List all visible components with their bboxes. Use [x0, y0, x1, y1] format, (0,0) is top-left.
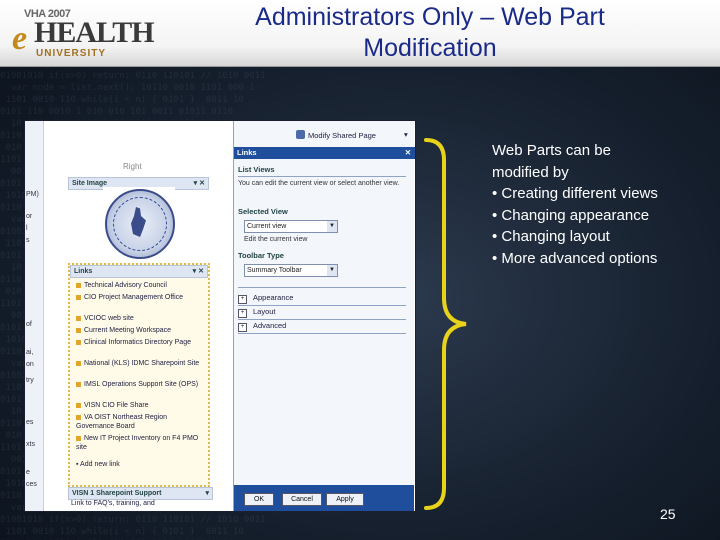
chevron-down-icon: ▾ [404, 130, 408, 139]
expand-icon: + [238, 295, 247, 304]
link-item[interactable]: IMSL Operations Support Site (OPS) [76, 380, 204, 389]
expand-icon: + [238, 323, 247, 332]
logo-university: UNIVERSITY [36, 48, 107, 59]
tool-pane: Modify Shared Page ▾ Links ✕ List Views … [233, 121, 415, 511]
bullet-line: • Creating different views [492, 185, 658, 202]
edit-current-view-link[interactable]: Edit the current view [244, 235, 412, 244]
va-new-england-seal [105, 189, 175, 259]
visn-support-header[interactable]: VISN 1 Sharepoint Support ▾ [68, 487, 213, 500]
add-new-link[interactable]: ▪ Add new link [76, 461, 120, 468]
cancel-button[interactable]: Cancel [282, 493, 322, 506]
strip-text: e [26, 469, 30, 476]
appearance-section[interactable]: + Appearance [238, 293, 293, 304]
chevron-down-icon: ▼ [327, 265, 337, 276]
tool-pane-button-bar: OK Cancel Apply [234, 485, 414, 511]
links-webpart: Links ▾ ✕ Technical Advisory Council CIO… [68, 263, 210, 487]
sharepoint-screenshot: PM) or l s of ai, on try es xts e ces Ri… [24, 120, 416, 512]
bullet-icon [76, 315, 81, 321]
close-icon[interactable]: ✕ [405, 147, 411, 159]
bullet-icon [76, 339, 81, 345]
bullet-icon [76, 360, 81, 366]
link-item[interactable]: National (KLS) IDMC Sharepoint Site [76, 359, 204, 368]
bullet-icon [76, 414, 81, 420]
selected-view-value: Current view [247, 223, 287, 230]
modify-shared-page-label: Modify Shared Page [308, 131, 376, 140]
left-column-strip: PM) or l s of ai, on try es xts e ces [25, 121, 44, 511]
link-item[interactable]: VCIOC web site [76, 314, 204, 323]
webpart-menu-icon[interactable]: ▾ ✕ [194, 178, 205, 189]
links-title: Links [74, 268, 93, 275]
selected-view-heading: Selected View [238, 207, 288, 216]
visn-support-text: Link to FAQ's, training, and [71, 500, 155, 507]
tool-pane-header: Links ✕ [234, 147, 415, 159]
advanced-section[interactable]: + Advanced [238, 321, 286, 332]
logo-health: HEALTH [34, 16, 155, 49]
logo-e: e [12, 20, 28, 57]
expand-icon: + [238, 309, 247, 318]
bullet-icon [76, 435, 81, 441]
title-bar: VHA 2007 e HEALTH UNIVERSITY Administrat… [0, 0, 720, 67]
bullet-icon [76, 282, 81, 288]
divider [238, 319, 406, 320]
strip-text: of [26, 321, 32, 328]
strip-text: l [26, 225, 28, 232]
selected-view-select[interactable]: Current view ▼ [244, 220, 338, 233]
modify-shared-page-menu[interactable]: Modify Shared Page ▾ [234, 129, 414, 143]
link-item[interactable]: Clinical Informatics Directory Page [76, 338, 204, 347]
strip-text: es [26, 419, 34, 426]
apply-button[interactable]: Apply [326, 493, 364, 506]
bullet-icon [76, 294, 81, 300]
right-zone-label: Right [123, 162, 142, 171]
bullet-icon [76, 327, 81, 333]
links-header[interactable]: Links ▾ ✕ [70, 265, 208, 278]
toolbar-type-value: Summary Toolbar [247, 267, 302, 274]
link-item[interactable]: Current Meeting Workspace [76, 326, 204, 335]
slide-title: Administrators Only – Web Part Modificat… [150, 2, 710, 64]
bullet-line: Web Parts can be [492, 142, 611, 159]
visn-support-title: VISN 1 Sharepoint Support [72, 490, 162, 497]
ok-button[interactable]: OK [244, 493, 274, 506]
layout-section[interactable]: + Layout [238, 307, 276, 318]
bullet-line: • More advanced options [492, 249, 658, 267]
strip-text: on [26, 361, 34, 368]
page-number: 25 [660, 506, 676, 522]
list-views-description: You can edit the current view or select … [238, 180, 400, 187]
gear-icon [296, 130, 305, 139]
link-item[interactable]: VISN CIO File Share [76, 401, 204, 410]
link-item[interactable]: New IT Project Inventory on F4 PMO site [76, 434, 204, 452]
site-image-title: Site Image [72, 180, 108, 187]
divider [238, 287, 406, 288]
chevron-down-icon: ▼ [327, 221, 337, 232]
toolbar-type-select[interactable]: Summary Toolbar ▼ [244, 264, 338, 277]
divider [238, 333, 406, 334]
strip-text: or [26, 213, 33, 220]
bullet-line: • Changing appearance [492, 206, 650, 224]
divider [238, 176, 406, 177]
bullet-icon [76, 381, 81, 387]
ehealth-university-logo: VHA 2007 e HEALTH UNIVERSITY [8, 6, 155, 60]
bullet-line: modified by [492, 163, 569, 181]
strip-text: ces [26, 481, 37, 488]
link-item[interactable]: Technical Advisory Council [76, 281, 204, 290]
webpart-menu-icon[interactable]: ▾ ✕ [193, 266, 204, 277]
list-views-heading: List Views [238, 165, 275, 174]
bullet-text: Web Parts can be modified by • Creating … [492, 140, 702, 269]
strip-text: PM) [26, 191, 39, 198]
link-item[interactable]: VA OIST Northeast Region Governance Boar… [76, 413, 204, 431]
site-image [103, 187, 175, 271]
strip-text: ai, [26, 349, 34, 356]
strip-text: s [26, 237, 30, 244]
slide-title-line-1: Administrators Only – Web Part [255, 3, 605, 31]
link-item[interactable]: CIO Project Management Office [76, 293, 204, 302]
divider [238, 305, 406, 306]
toolbar-type-heading: Toolbar Type [238, 251, 284, 260]
slide-title-line-2: Modification [363, 34, 497, 62]
bullet-line: • Changing layout [492, 228, 610, 245]
webpart-menu-icon[interactable]: ▾ [205, 488, 209, 499]
strip-text: try [26, 377, 34, 384]
right-brace-icon [424, 138, 467, 510]
tool-pane-title: Links [237, 148, 257, 157]
bullet-icon [76, 402, 81, 408]
strip-text: xts [26, 441, 35, 448]
